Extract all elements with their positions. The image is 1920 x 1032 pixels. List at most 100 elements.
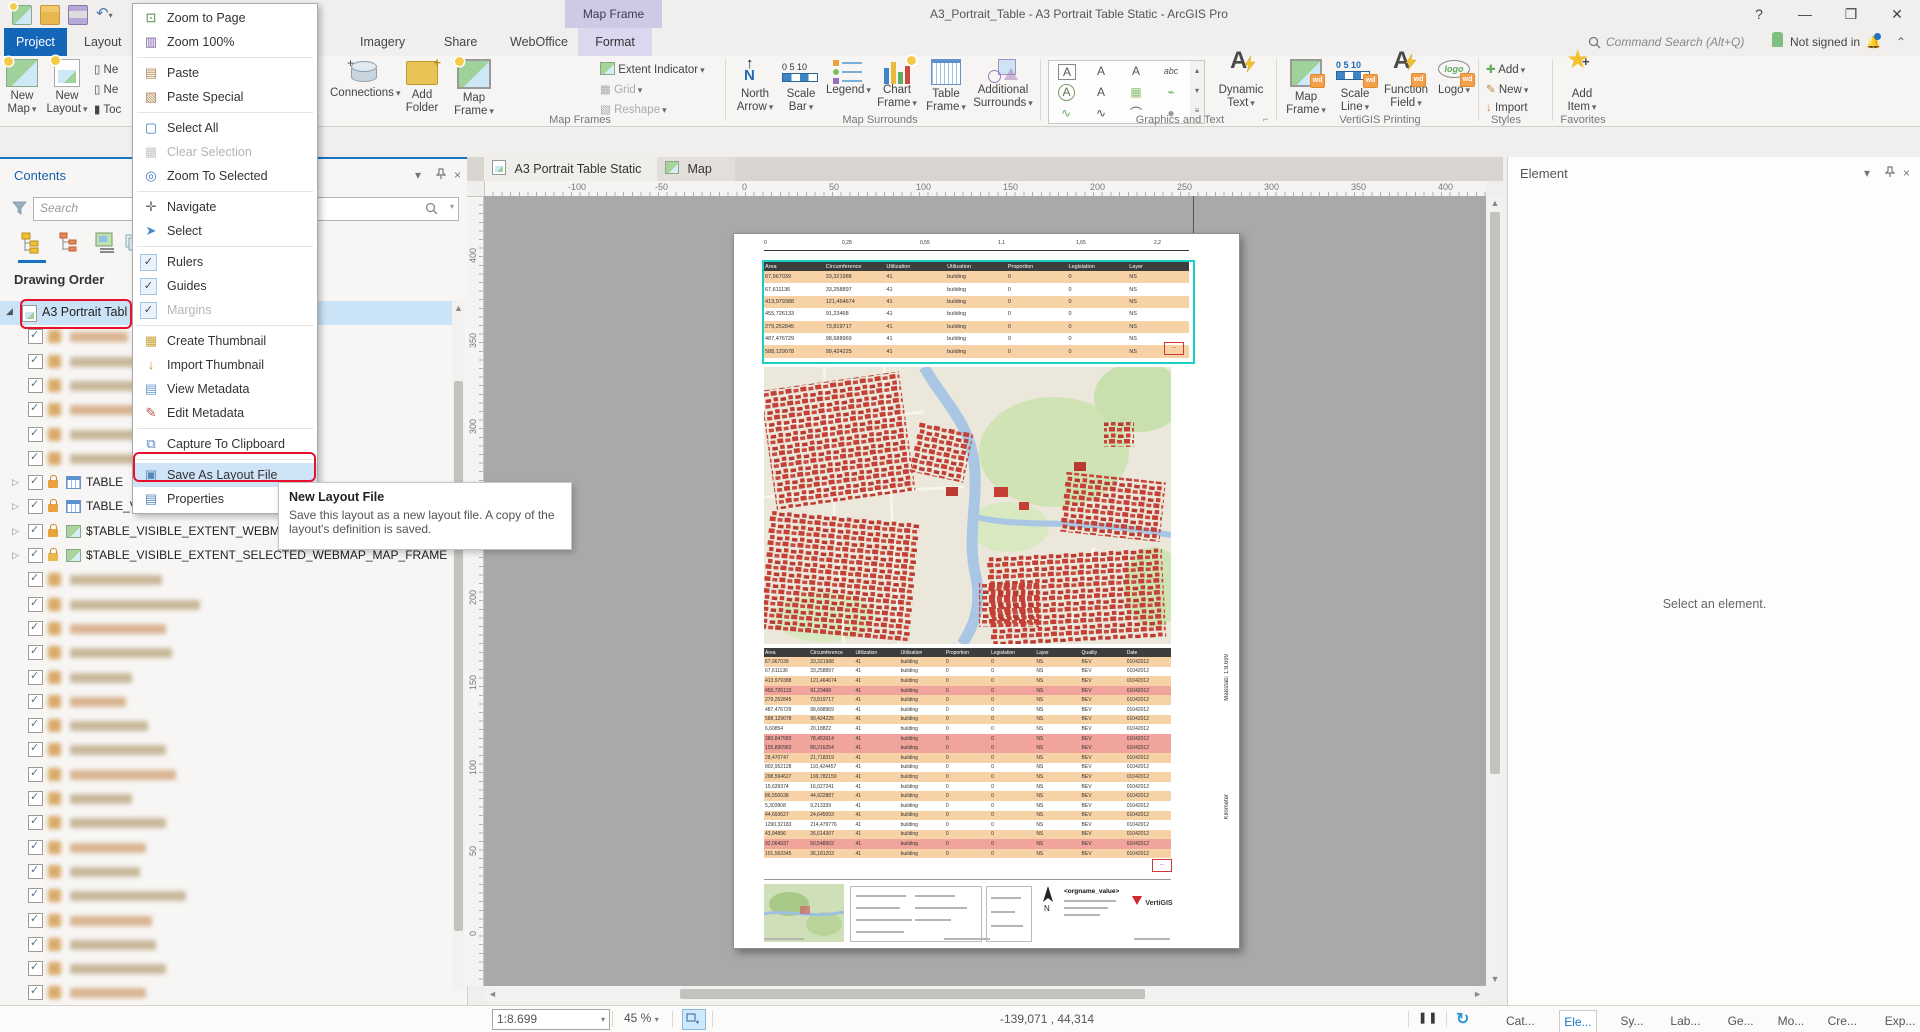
layer-row-redacted[interactable]: ✓ (0, 860, 452, 884)
contents-scrollbar[interactable]: ▲ (452, 301, 465, 991)
layer-checkbox[interactable]: ✓ (28, 694, 43, 709)
tab-map-view[interactable]: Map (657, 157, 735, 181)
styles-import-button[interactable]: ↓ Import (1486, 102, 1528, 114)
layer-row-redacted[interactable]: ✓ (0, 787, 452, 811)
layer-checkbox[interactable]: ✓ (28, 961, 43, 976)
layer-checkbox[interactable]: ✓ (28, 548, 43, 563)
layer-row-redacted[interactable]: ✓ (0, 593, 452, 617)
gallery-glyph-6[interactable]: ▦ (1119, 82, 1153, 102)
chart-frame-button[interactable]: Chart Frame (874, 58, 920, 110)
command-search-input[interactable]: Command Search (Alt+Q) (1606, 35, 1744, 49)
filter-icon[interactable] (12, 201, 27, 215)
menu-item-paste[interactable]: ▤Paste (133, 61, 317, 85)
tab-share[interactable]: Share (432, 28, 489, 56)
scale-line-button[interactable]: 0 5 10wd Scale Line (1334, 58, 1376, 114)
qat-open-icon[interactable] (40, 5, 60, 25)
bottom-tab-Ge[interactable]: Ge... (1724, 1010, 1758, 1032)
menu-item-rulers[interactable]: ✓Rulers (133, 250, 317, 274)
grid-button[interactable]: ▦ Grid (600, 82, 642, 96)
menu-item-navigate[interactable]: ✛Navigate (133, 195, 317, 219)
layer-row-redacted[interactable]: ✓ (0, 568, 452, 592)
menu-item-edit-metadata[interactable]: ✎Edit Metadata (133, 401, 317, 425)
styles-add-button[interactable]: ✚ Add (1486, 62, 1525, 76)
dialog-launcher-icon[interactable]: ⌐ (1263, 114, 1268, 124)
menu-item-zoom-to-page[interactable]: ⊡Zoom to Page (133, 6, 317, 30)
scale-combo[interactable]: 1:8.699▾ (492, 1009, 610, 1030)
layer-checkbox[interactable]: ✓ (28, 670, 43, 685)
layer-checkbox[interactable]: ✓ (28, 864, 43, 879)
expander-icon[interactable]: ▷ (12, 550, 19, 561)
layer-checkbox[interactable]: ✓ (28, 524, 43, 539)
dynamic-text-button[interactable]: A Dynamic Text (1212, 58, 1270, 110)
layer-row-redacted[interactable]: ✓ (0, 933, 452, 957)
ribbon-small-button-2[interactable]: ▯ Ne (94, 82, 132, 96)
layer-checkbox[interactable]: ✓ (28, 499, 43, 514)
tab-format[interactable]: Format (578, 28, 652, 56)
table-frame-button[interactable]: Table Frame (924, 58, 968, 114)
bottom-tab-Sy[interactable]: Sy... (1616, 1010, 1647, 1032)
layer-row-redacted[interactable]: ✓ (0, 666, 452, 690)
list-by-drawing-order-icon[interactable] (20, 231, 46, 257)
help-button[interactable]: ? (1736, 0, 1782, 28)
tab-project[interactable]: Project (4, 28, 67, 56)
layer-row-redacted[interactable]: ✓ (0, 909, 452, 933)
ribbon-small-button-3[interactable]: ▮ Toc (94, 102, 132, 116)
layer-checkbox[interactable]: ✓ (28, 791, 43, 806)
gallery-glyph-0[interactable]: A (1058, 64, 1076, 80)
expander-icon[interactable]: ▷ (12, 526, 19, 537)
sign-in-status[interactable]: Not signed in (1790, 35, 1860, 49)
menu-item-import-thumbnail[interactable]: ↓Import Thumbnail (133, 353, 317, 377)
pane-menu-icon[interactable]: ▾ (415, 168, 421, 182)
layer-checkbox[interactable]: ✓ (28, 597, 43, 612)
restore-button[interactable]: ❐ (1828, 0, 1874, 28)
layer-checkbox[interactable]: ✓ (28, 767, 43, 782)
layer-row-redacted[interactable]: ✓ (0, 811, 452, 835)
close-button[interactable]: ✕ (1874, 0, 1920, 28)
add-item-button[interactable]: ★+ Add Item (1558, 58, 1606, 114)
layer-checkbox[interactable]: ✓ (28, 572, 43, 587)
gallery-glyph-3[interactable]: abc (1154, 61, 1188, 81)
layer-row-redacted[interactable]: ✓ (0, 738, 452, 762)
list-by-source-icon[interactable] (58, 231, 84, 257)
vg-map-frame-button[interactable]: wd Map Frame (1282, 58, 1330, 117)
north-arrow-button[interactable]: ↑N North Arrow (732, 58, 778, 114)
layer-checkbox[interactable]: ✓ (28, 329, 43, 344)
additional-surrounds-button[interactable]: Additional Surrounds (972, 58, 1034, 110)
notifications-icon[interactable]: 🔔 (1866, 35, 1881, 49)
logo-button[interactable]: logowd Logo (1436, 58, 1472, 97)
map-frame-button[interactable]: Map Frame (450, 58, 498, 118)
layer-checkbox[interactable]: ✓ (28, 475, 43, 490)
collapse-ribbon-icon[interactable]: ⌃ (1896, 35, 1906, 49)
pane-menu-icon[interactable]: ▾ (1864, 166, 1870, 180)
layer-checkbox[interactable]: ✓ (28, 427, 43, 442)
layout-hscrollbar[interactable]: ◄ ► (484, 986, 1486, 1002)
gallery-glyph-7[interactable]: ⌁ (1154, 82, 1188, 102)
selected-table-frame[interactable] (762, 260, 1195, 364)
gallery-glyph-1[interactable]: A (1084, 61, 1118, 81)
layer-row-redacted[interactable]: ✓ (0, 690, 452, 714)
qat-new-project-icon[interactable] (12, 5, 32, 25)
layer-checkbox[interactable]: ✓ (28, 815, 43, 830)
menu-item-zoom-100-[interactable]: ▥Zoom 100% (133, 30, 317, 54)
tab-imagery[interactable]: Imagery (348, 28, 417, 56)
tab-layout[interactable]: Layout (72, 28, 134, 56)
layer-row-redacted[interactable]: ✓ (0, 981, 452, 1005)
new-layout-button[interactable]: New Layout (44, 58, 90, 116)
layer-row-redacted[interactable]: ✓ (0, 617, 452, 641)
scale-bar-button[interactable]: 0 5 10 Scale Bar (780, 58, 822, 114)
pin-icon[interactable] (436, 168, 446, 183)
menu-item-margins[interactable]: ✓Margins (133, 298, 317, 322)
minimize-button[interactable]: — (1782, 0, 1828, 28)
layout-page[interactable]: 00,280,551,11,652,2 AreaCircumferenceUti… (733, 233, 1240, 949)
qat-undo-icon[interactable]: ↶▾ (96, 4, 113, 22)
bottom-tab-Lab[interactable]: Lab... (1666, 1010, 1704, 1032)
layer-checkbox[interactable]: ✓ (28, 840, 43, 855)
layer-checkbox[interactable]: ✓ (28, 718, 43, 733)
menu-item-select-all[interactable]: ▢Select All (133, 116, 317, 140)
menu-item-create-thumbnail[interactable]: ▦Create Thumbnail (133, 329, 317, 353)
tab-layout-view[interactable]: A3 Portrait Table Static ✕ (484, 157, 668, 181)
layer-checkbox[interactable]: ✓ (28, 985, 43, 1000)
expander-icon[interactable]: ▷ (12, 477, 19, 488)
menu-item-select[interactable]: ➤Select (133, 219, 317, 243)
refresh-button[interactable]: ↻ (1456, 1009, 1469, 1029)
